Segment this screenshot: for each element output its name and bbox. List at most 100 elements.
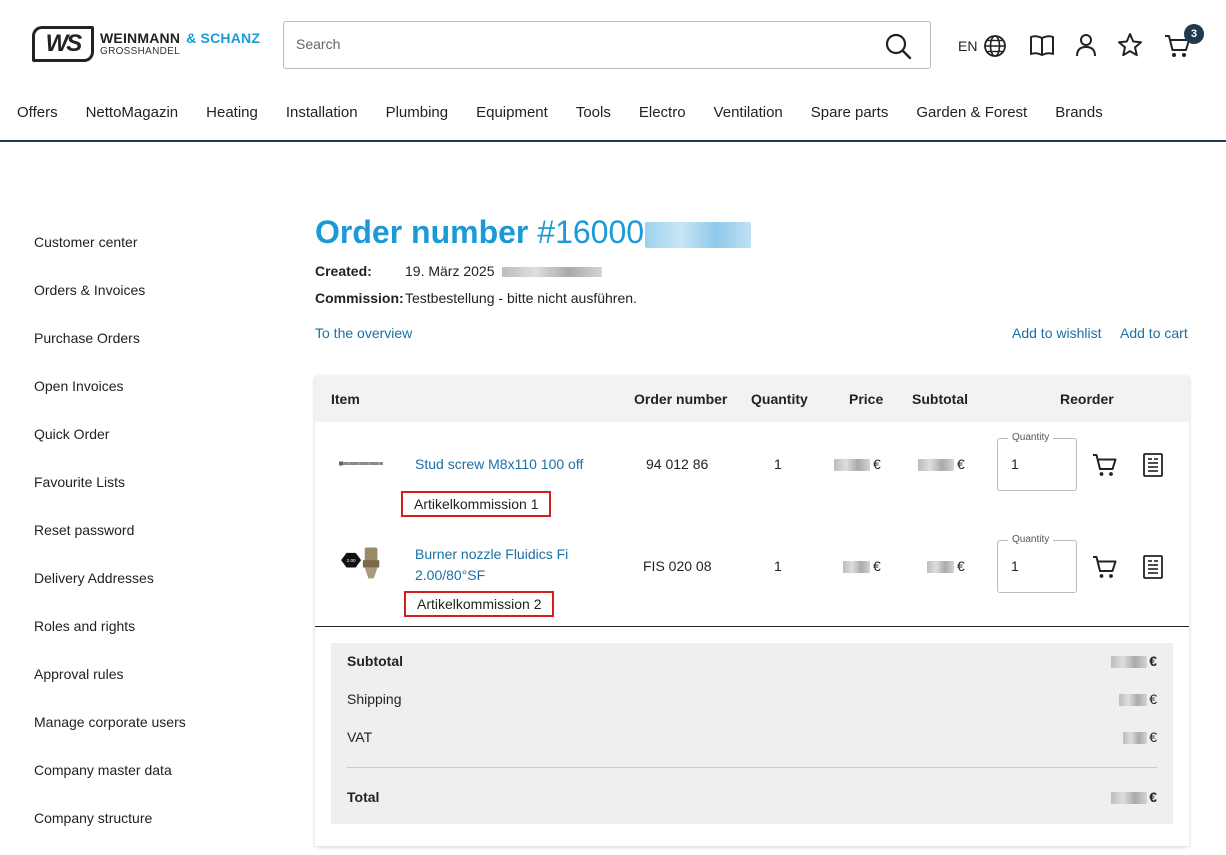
nav-item-plumbing[interactable]: Plumbing	[386, 104, 449, 126]
product-subtotal: €	[927, 558, 965, 574]
sidebar-item-approval-rules[interactable]: Approval rules	[34, 664, 186, 712]
account-sidebar: Customer center Orders & Invoices Purchase…	[34, 232, 186, 855]
sidebar-item-company-master-data[interactable]: Company master data	[34, 760, 186, 808]
shipping-value: €	[1119, 691, 1157, 707]
order-number: #16000	[537, 214, 645, 250]
nav-item-garden-forest[interactable]: Garden & Forest	[916, 104, 1027, 126]
favourite-star-icon[interactable]	[1117, 32, 1143, 58]
site-header: WS WEINMANN & SCHANZ GROSSHANDEL EN	[0, 0, 1226, 142]
nav-item-electro[interactable]: Electro	[639, 104, 686, 126]
redacted-price	[843, 561, 870, 574]
add-to-cart-icon[interactable]	[1092, 452, 1118, 478]
sidebar-item-delivery-addresses[interactable]: Delivery Addresses	[34, 568, 186, 616]
item-commission: Artikelkommission 1	[401, 491, 552, 517]
price-currency: €	[873, 558, 881, 574]
total-label: Total	[347, 789, 380, 805]
redacted-total-amount	[1111, 792, 1148, 805]
add-to-list-icon[interactable]	[1140, 452, 1166, 478]
sidebar-item-reset-password[interactable]: Reset password	[34, 520, 186, 568]
subtotal-label: Subtotal	[347, 653, 403, 669]
account-icon[interactable]	[1073, 32, 1099, 58]
product-image-burner-nozzle[interactable]: 2.00	[335, 542, 389, 582]
total-value: €	[1111, 789, 1157, 805]
product-order-number: 94 012 86	[646, 456, 709, 472]
sidebar-item-manage-corporate-users[interactable]: Manage corporate users	[34, 712, 186, 760]
sidebar-item-favourite-lists[interactable]: Favourite Lists	[34, 472, 186, 520]
totals-shipping-row: Shipping €	[347, 691, 1157, 707]
nav-item-offers[interactable]: Offers	[17, 104, 58, 126]
redacted-order-digits	[645, 221, 752, 248]
redacted-price	[834, 459, 870, 472]
nav-item-ventilation[interactable]: Ventilation	[714, 104, 783, 126]
product-name-link[interactable]: Burner nozzle Fluidics Fi 2.00/80°SF	[415, 544, 585, 586]
add-to-cart-icon[interactable]	[1092, 554, 1118, 580]
nav-item-installation[interactable]: Installation	[286, 104, 358, 126]
table-divider	[315, 626, 1189, 627]
shipping-currency: €	[1149, 691, 1157, 707]
product-order-number: FIS 020 08	[643, 558, 712, 574]
totals-divider	[347, 767, 1157, 768]
sidebar-item-company-structure[interactable]: Company structure	[34, 808, 186, 855]
commission-value: Testbestellung - bitte nicht ausführen.	[405, 290, 637, 306]
search-bar	[283, 21, 931, 69]
reorder-quantity-field: Quantity	[997, 432, 1077, 491]
main-navigation: Offers NettoMagazin Heating Installation Plu…	[0, 104, 1114, 126]
redacted-shipping-amount	[1119, 694, 1148, 707]
reorder-quantity-input[interactable]	[1011, 558, 1066, 574]
header-item: Item	[331, 391, 360, 407]
table-row: Stud screw M8x110 100 off 94 012 86 1 € …	[315, 422, 1189, 524]
globe-icon	[984, 35, 1007, 57]
sidebar-item-quick-order[interactable]: Quick Order	[34, 424, 186, 472]
sidebar-item-roles-and-rights[interactable]: Roles and rights	[34, 616, 186, 664]
quantity-field-label: Quantity	[1008, 534, 1054, 545]
add-to-cart-link[interactable]: Add to cart	[1120, 325, 1188, 341]
nav-item-nettomagazin[interactable]: NettoMagazin	[86, 104, 179, 126]
add-to-wishlist-link[interactable]: Add to wishlist	[1012, 325, 1101, 341]
subtotal-value: €	[1111, 653, 1157, 669]
logo-wordmark: WEINMANN & SCHANZ GROSSHANDEL	[100, 31, 260, 57]
item-commission: Artikelkommission 2	[404, 591, 555, 617]
total-currency: €	[1149, 789, 1157, 805]
language-switcher[interactable]: EN	[958, 34, 1007, 58]
nav-item-tools[interactable]: Tools	[576, 104, 611, 126]
product-image-stud-screw[interactable]	[335, 444, 389, 484]
search-icon[interactable]	[884, 32, 912, 60]
logo-subtitle: GROSSHANDEL	[100, 46, 180, 57]
product-price: €	[843, 558, 881, 574]
header-order-number: Order number	[634, 391, 728, 407]
redacted-vat-amount	[1123, 732, 1148, 745]
header-quantity: Quantity	[751, 391, 808, 407]
totals-vat-row: VAT €	[347, 729, 1157, 745]
add-to-list-icon[interactable]	[1140, 554, 1166, 580]
created-row: Created: 19. März 2025	[315, 263, 603, 279]
created-label: Created:	[315, 263, 372, 279]
subtotal-currency: €	[1149, 653, 1157, 669]
order-items-table: Item Order number Quantity Price Subtota…	[315, 376, 1189, 846]
subtotal-currency: €	[957, 558, 965, 574]
catalog-book-icon[interactable]	[1029, 32, 1055, 58]
brand-logo[interactable]: WS WEINMANN & SCHANZ GROSSHANDEL	[32, 26, 260, 62]
nav-item-spare-parts[interactable]: Spare parts	[811, 104, 889, 126]
sidebar-item-purchase-orders[interactable]: Purchase Orders	[34, 328, 186, 376]
product-name-link[interactable]: Stud screw M8x110 100 off	[415, 454, 585, 475]
search-input[interactable]	[296, 22, 856, 66]
vat-currency: €	[1149, 729, 1157, 745]
nav-item-brands[interactable]: Brands	[1055, 104, 1103, 126]
redacted-created-time	[502, 267, 603, 278]
subtotal-currency: €	[957, 456, 965, 472]
reorder-quantity-field: Quantity	[997, 534, 1077, 593]
sidebar-item-open-invoices[interactable]: Open Invoices	[34, 376, 186, 424]
header-price: Price	[849, 391, 884, 407]
vat-value: €	[1123, 729, 1157, 745]
totals-total-row: Total €	[347, 789, 1157, 805]
created-value: 19. März 2025	[405, 263, 495, 279]
nav-item-equipment[interactable]: Equipment	[476, 104, 548, 126]
product-price: €	[834, 456, 881, 472]
overview-link[interactable]: To the overview	[315, 325, 412, 341]
sidebar-item-customer-center[interactable]: Customer center	[34, 232, 186, 280]
sidebar-item-orders-invoices[interactable]: Orders & Invoices	[34, 280, 186, 328]
reorder-quantity-input[interactable]	[1011, 456, 1066, 472]
totals-subtotal-row: Subtotal €	[347, 653, 1157, 669]
nav-item-heating[interactable]: Heating	[206, 104, 258, 126]
logo-name-accent: & SCHANZ	[186, 30, 261, 46]
